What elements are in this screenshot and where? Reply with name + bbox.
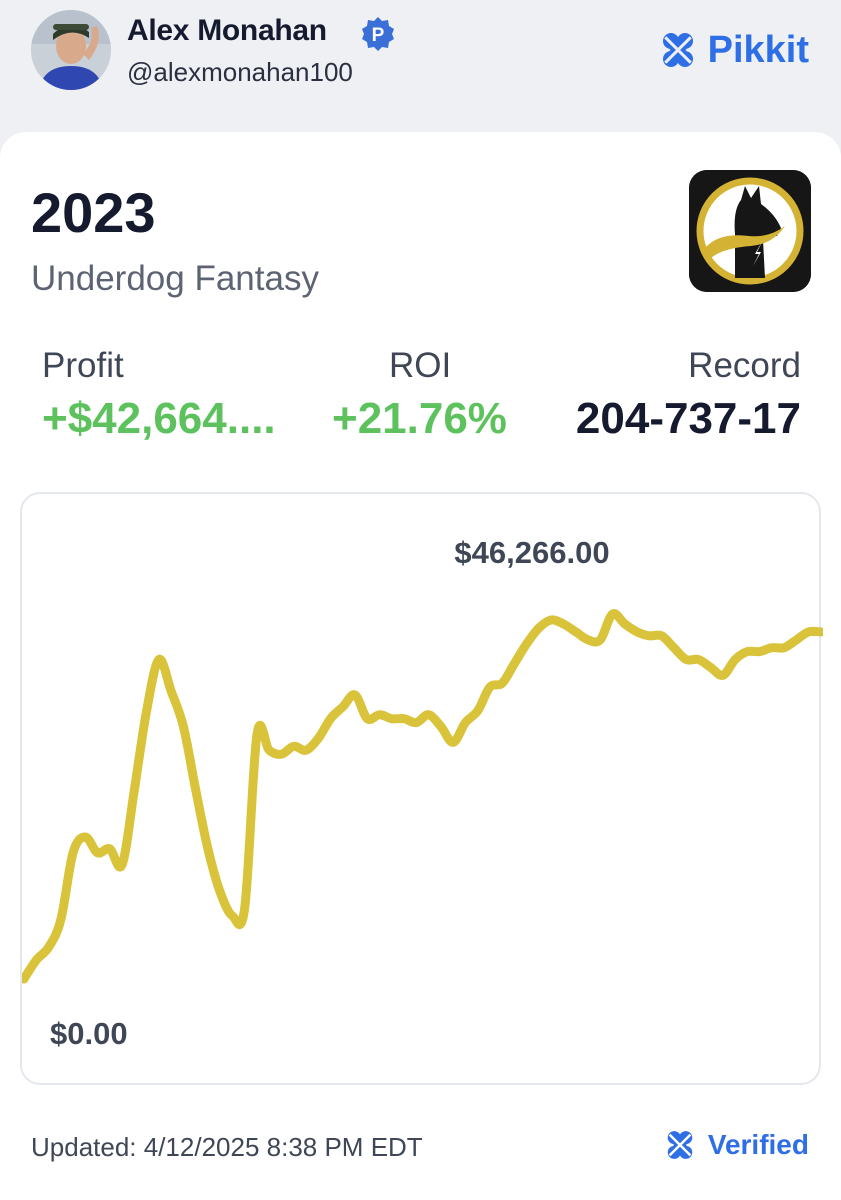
- profit-chart-svg: $46,266.00 $0.00: [22, 535, 823, 1051]
- sportsbook-logo-icon: [689, 170, 811, 292]
- stats-card: 2023 Underdog Fantasy Profit +$42,664...…: [0, 132, 841, 1200]
- profile-header: Alex Monahan P @alexmonahan100 Pikkit: [0, 0, 841, 132]
- profit-value: +$42,664....: [42, 394, 276, 443]
- profit-chart[interactable]: $46,266.00 $0.00: [20, 492, 823, 1085]
- sportsbook-name: Underdog Fantasy: [31, 259, 319, 298]
- avatar[interactable]: [31, 10, 111, 90]
- profit-label: Profit: [42, 346, 124, 385]
- brand-label: Pikkit: [707, 28, 809, 71]
- verified-label: Verified: [707, 1129, 809, 1160]
- record-value: 204-737-17: [575, 394, 801, 443]
- min-value-label: $0.00: [50, 1016, 128, 1051]
- svg-text:P: P: [372, 25, 385, 46]
- clover-icon: [662, 33, 693, 67]
- record-label: Record: [688, 346, 801, 385]
- verified-p-badge-icon: P: [360, 16, 396, 52]
- season-year: 2023: [31, 181, 156, 244]
- verified-status[interactable]: Verified: [662, 1125, 809, 1165]
- updated-timestamp: Updated: 4/12/2025 8:38 PM EDT: [31, 1132, 423, 1162]
- clover-icon: [667, 1131, 693, 1159]
- user-name: Alex Monahan: [127, 14, 327, 47]
- roi-label: ROI: [389, 346, 452, 385]
- brand-logo: Pikkit: [656, 28, 809, 72]
- roi-value: +21.76%: [332, 394, 507, 443]
- user-handle: @alexmonahan100: [127, 57, 353, 87]
- profit-series-line: [22, 609, 823, 984]
- max-value-label: $46,266.00: [454, 535, 609, 570]
